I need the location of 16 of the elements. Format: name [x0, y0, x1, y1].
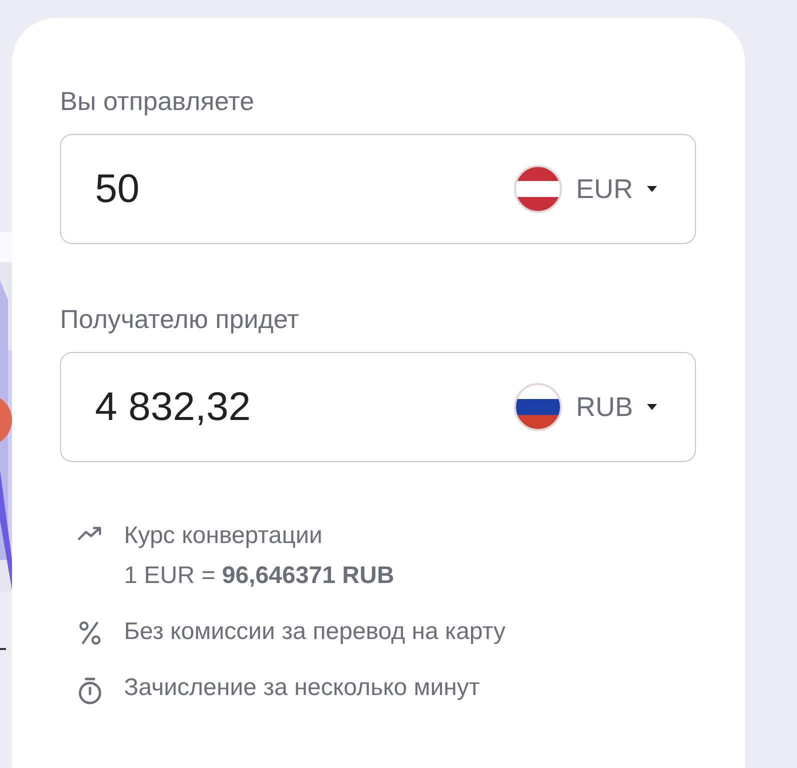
- info-text: Без комиссии за перевод на карту: [124, 618, 506, 646]
- trend-up-icon: [76, 525, 104, 541]
- amount-field[interactable]: 50 EUR: [60, 134, 696, 244]
- caret-icon: [647, 404, 657, 410]
- flag-icon: [514, 383, 562, 431]
- currency-selector[interactable]: EUR: [514, 165, 657, 213]
- caret-icon: [647, 186, 657, 192]
- stopwatch-icon: [76, 677, 104, 705]
- field-label: Вы отправляете: [60, 86, 256, 116]
- exchange-rate: 1 EUR = 96,646371 RUB: [124, 562, 394, 590]
- currency-selector[interactable]: RUB: [514, 383, 657, 431]
- flag-icon: [514, 165, 562, 213]
- info-text: Курс конвертации: [124, 522, 324, 550]
- amount-field[interactable]: 4 832,32 RUB: [60, 352, 696, 462]
- info-text: Зачисление за несколько минут: [124, 674, 480, 702]
- field-label: Получателю придет: [60, 304, 300, 334]
